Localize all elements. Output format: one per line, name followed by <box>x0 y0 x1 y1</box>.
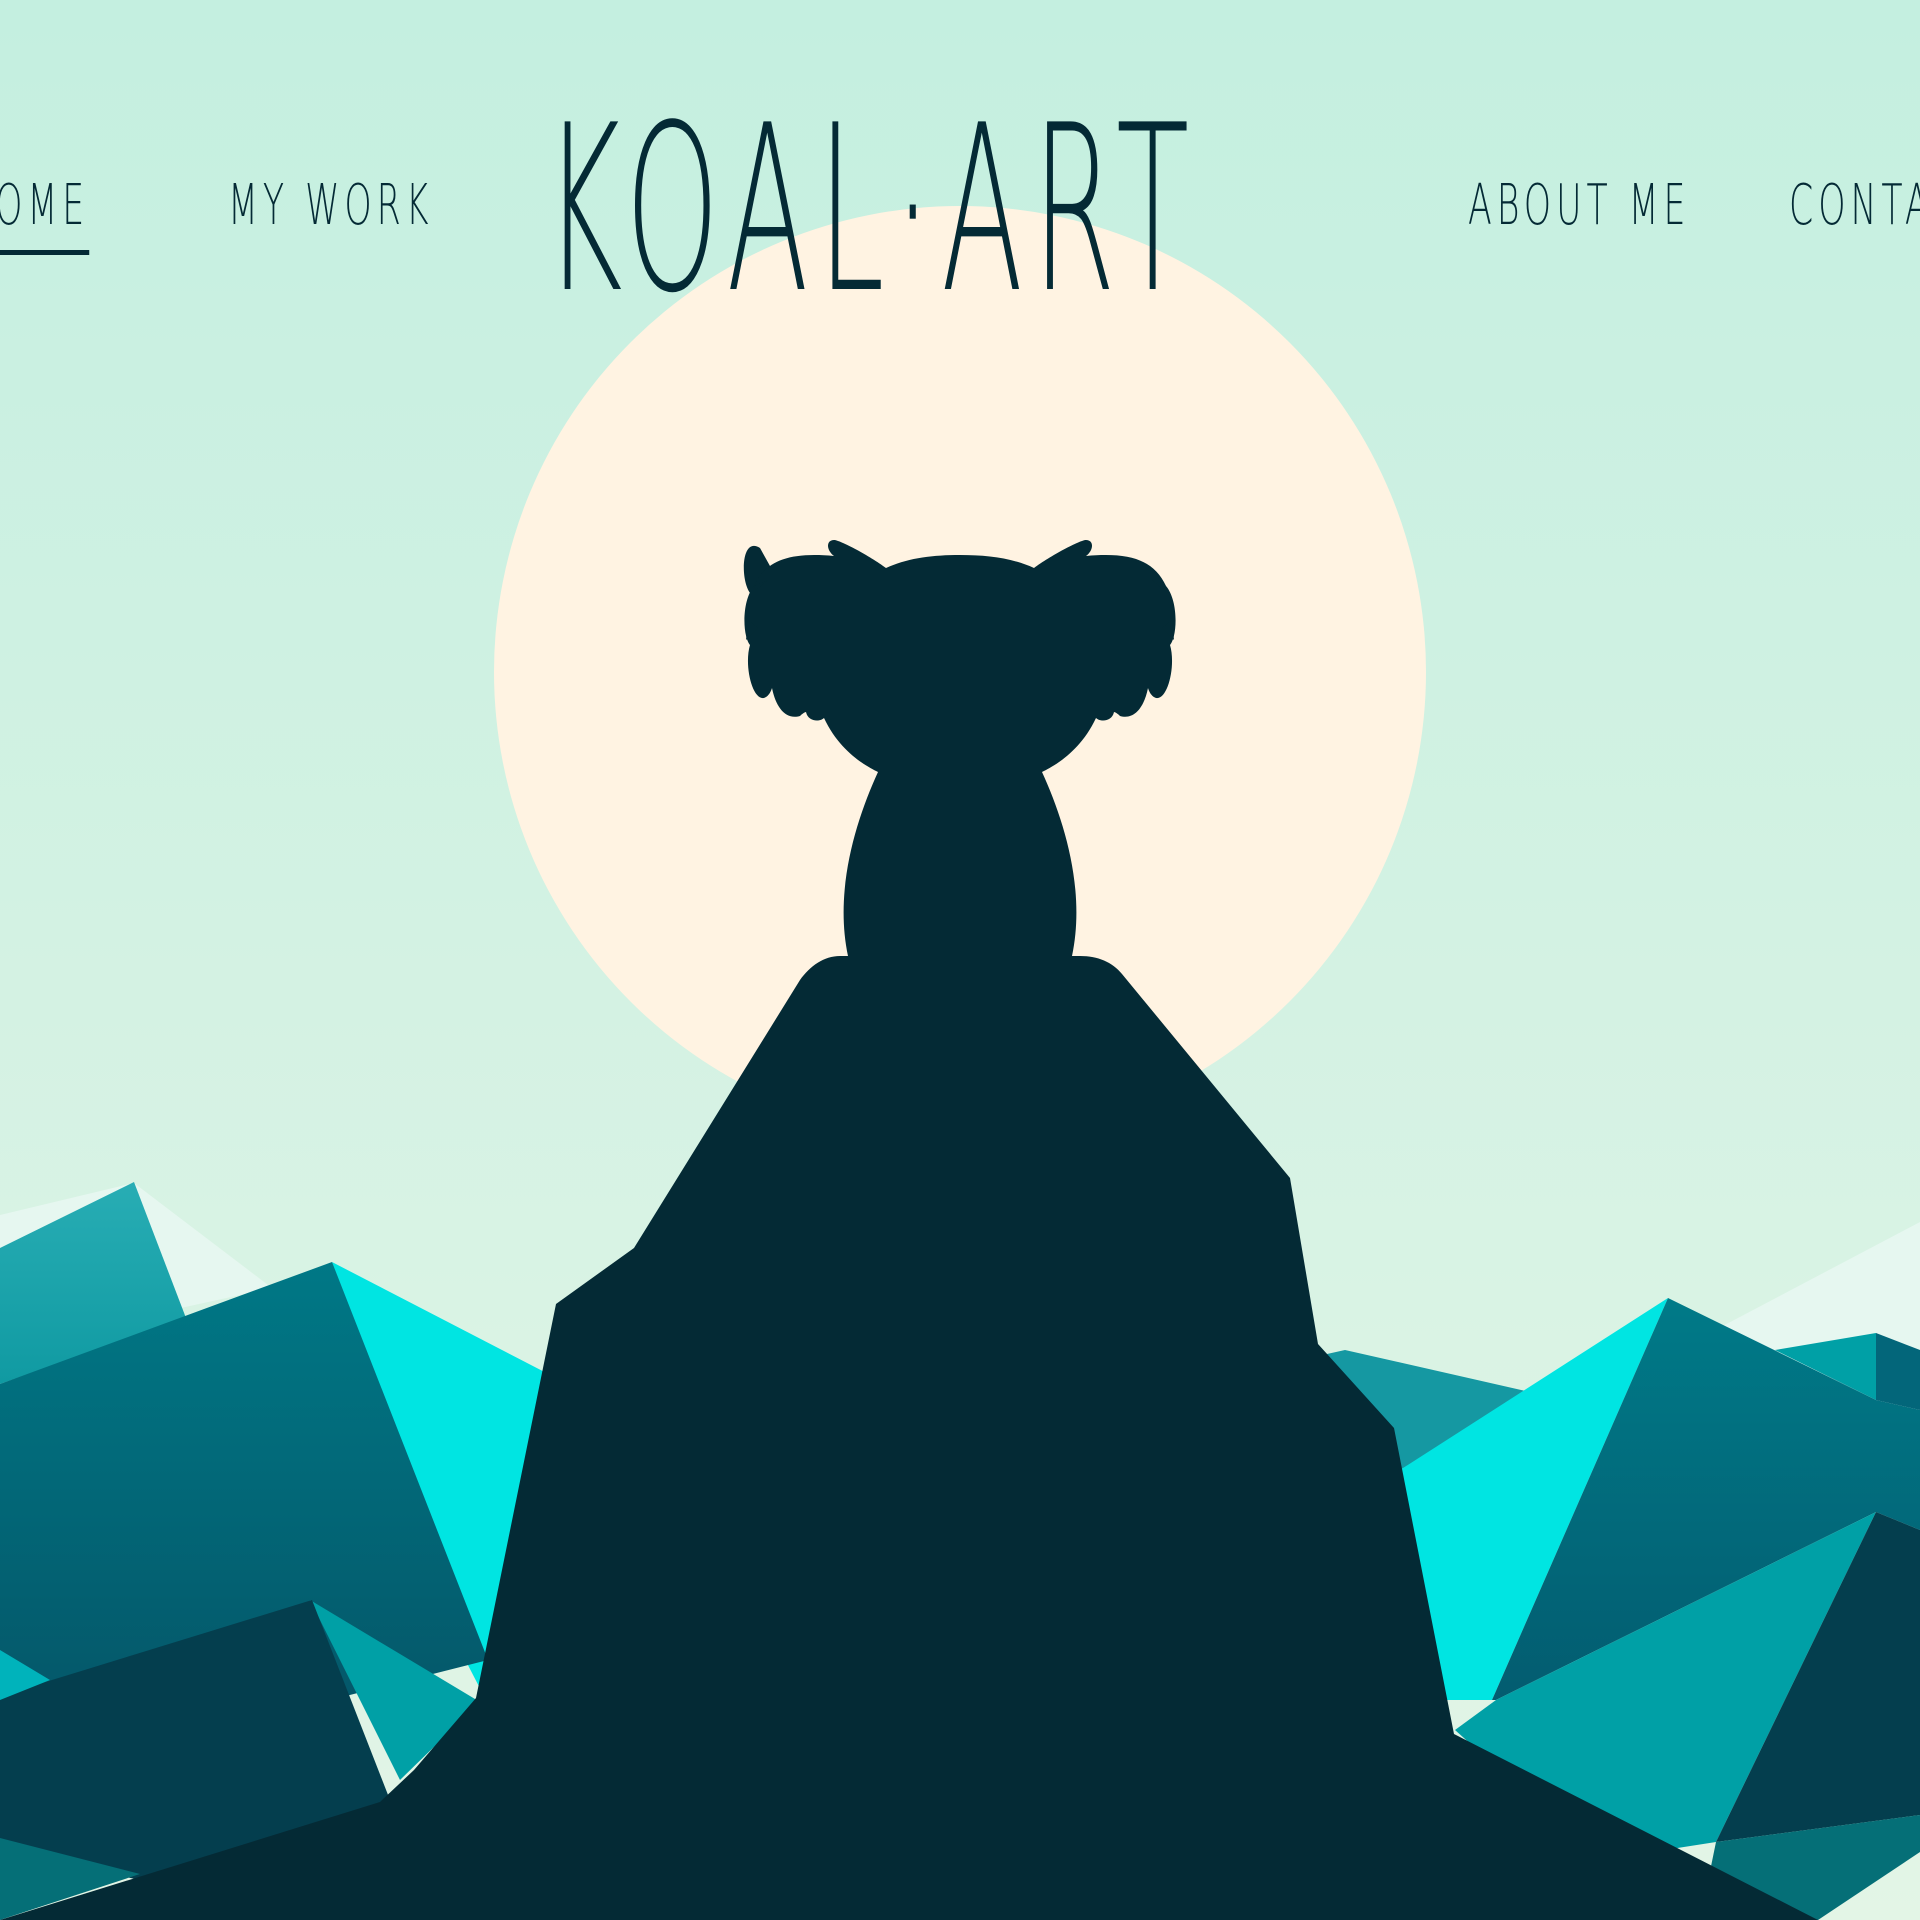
nav-home-link[interactable]: HOME <box>0 178 90 255</box>
nav-contact-link[interactable]: CONTACT <box>1789 178 1920 234</box>
brand-logo[interactable]: KOAL·ART <box>544 96 1199 321</box>
main-nav: HOME MY WORK KOAL·ART ABOUT ME CONTACT <box>0 0 1920 320</box>
nav-about-me-link[interactable]: ABOUT ME <box>1468 178 1690 234</box>
nav-my-work-link[interactable]: MY WORK <box>228 178 433 234</box>
